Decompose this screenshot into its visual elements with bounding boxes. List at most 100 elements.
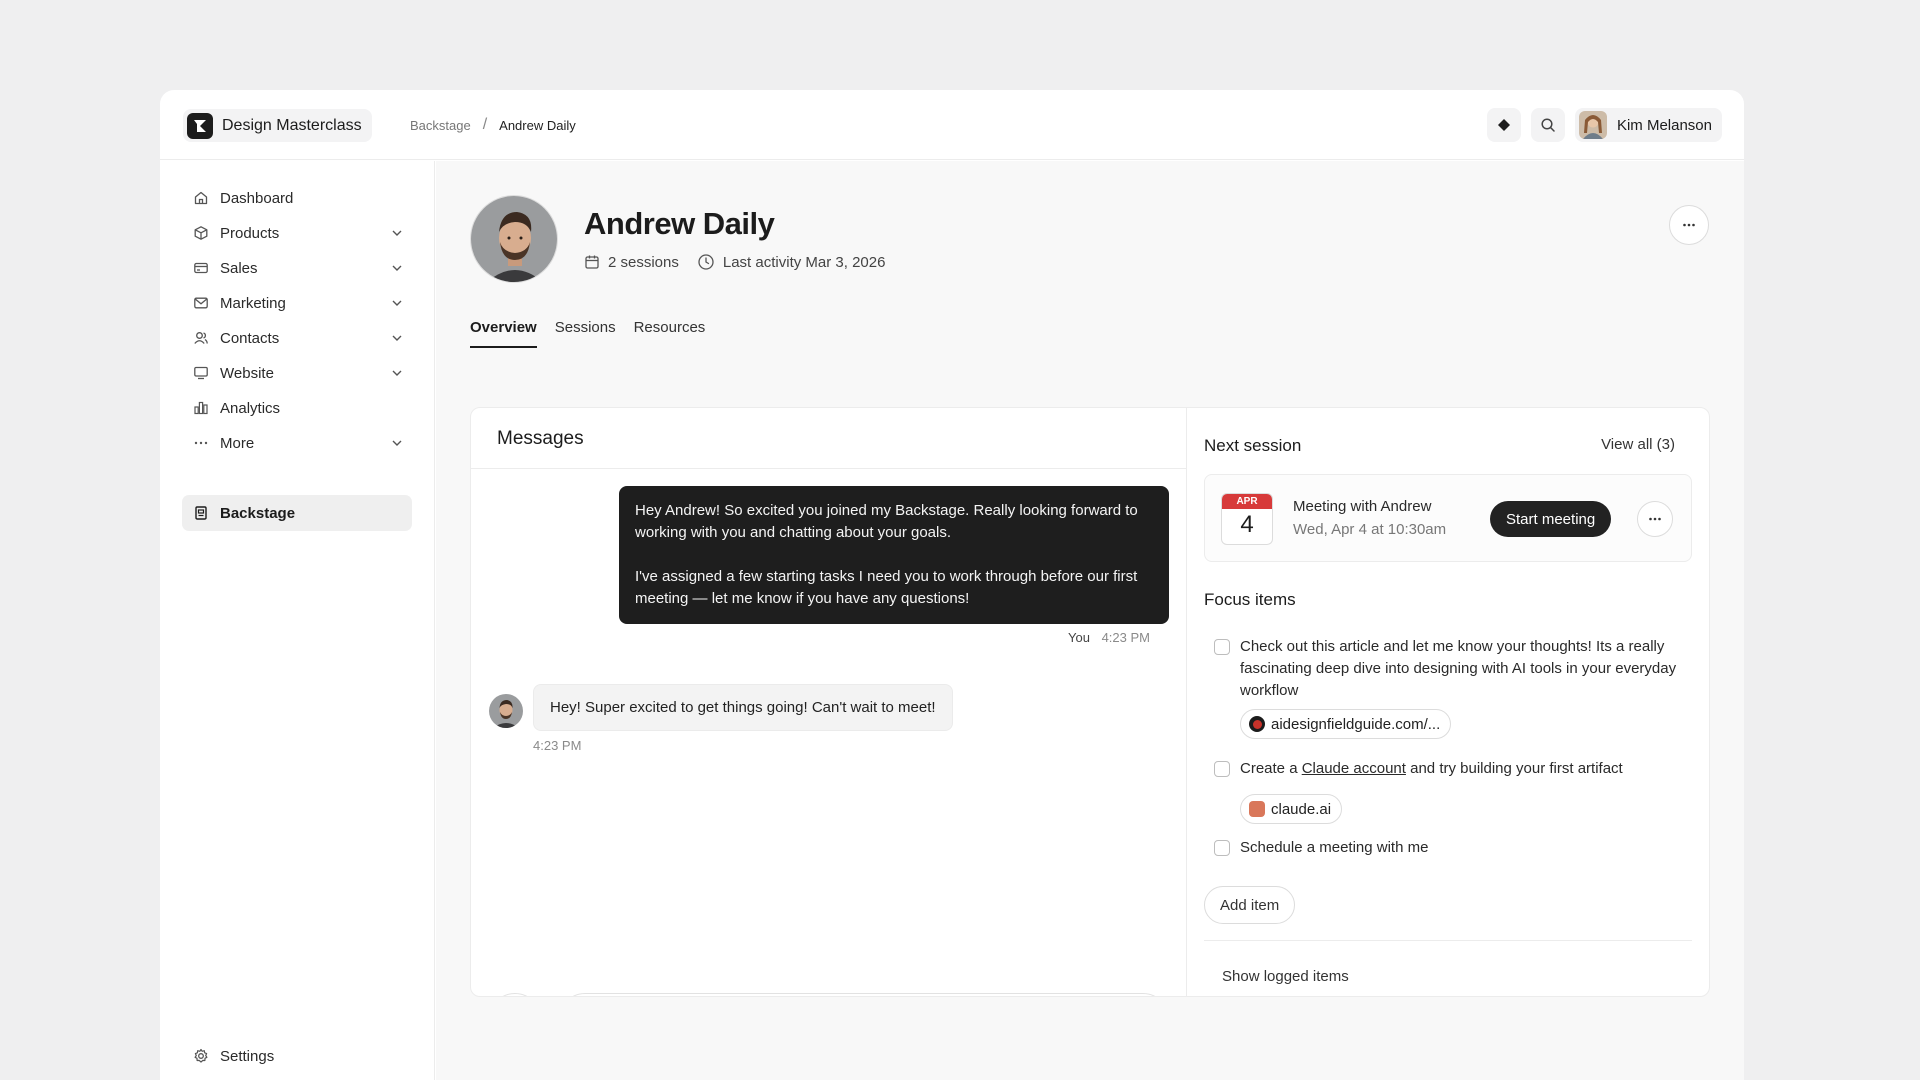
meeting-time: Wed, Apr 4 at 10:30am (1293, 521, 1447, 538)
resource-chip-claude[interactable]: claude.ai (1240, 794, 1343, 824)
calendar-month: APR (1222, 494, 1272, 509)
focus-item: Create a Claude account and try building… (1214, 758, 1695, 780)
message-bubble-incoming: Hey! Super excited to get things going! … (533, 684, 953, 731)
focus-item-text-part: Create a (1240, 760, 1302, 777)
side-pane: Next session View all (3) APR 4 Meeting … (1188, 408, 1709, 996)
profile-avatar (470, 195, 558, 283)
focus-item-checkbox[interactable] (1214, 840, 1230, 856)
chevron-down-icon (392, 440, 402, 446)
next-session-card: APR 4 Meeting with Andrew Wed, Apr 4 at … (1204, 474, 1692, 562)
sidebar-item-analytics[interactable]: Analytics (182, 393, 412, 423)
messages-pane: Messages Hey Andrew! So excited you join… (471, 408, 1187, 996)
last-activity-label: Last activity Mar 3, 2026 (722, 253, 886, 271)
sessions-label: 2 sessions (608, 253, 679, 271)
messages-title: Messages (497, 428, 584, 449)
box-icon (191, 223, 211, 243)
profile-tabs: Overview Sessions Resources (470, 319, 705, 348)
user-menu[interactable]: Kim Melanson (1574, 108, 1722, 142)
sidebar-item-website[interactable]: Website (182, 358, 412, 388)
attach-button[interactable] (489, 993, 541, 996)
backstage-icon (191, 503, 211, 523)
app-window: Design Masterclass Backstage / Andrew Da… (160, 90, 1744, 1080)
card-icon (191, 258, 211, 278)
breadcrumb-backstage[interactable]: Backstage (410, 118, 471, 133)
focus-item-text-part: and try building your first artifact (1405, 760, 1623, 777)
tab-overview[interactable]: Overview (470, 319, 537, 348)
chevron-down-icon (392, 370, 402, 376)
ellipsis-icon (1649, 517, 1661, 521)
calendar-day: 4 (1240, 511, 1254, 538)
sidebar-item-label: More (220, 434, 255, 452)
calendar-icon (585, 255, 599, 269)
view-all-link[interactable]: View all (3) (1601, 436, 1675, 453)
clock-icon (698, 254, 714, 270)
sidebar-item-dashboard[interactable]: Dashboard (182, 183, 412, 213)
ellipsis-icon (1683, 223, 1695, 227)
focus-item-checkbox[interactable] (1214, 639, 1230, 655)
sidebar-item-contacts[interactable]: Contacts (182, 323, 412, 353)
sidebar-item-marketing[interactable]: Marketing (182, 288, 412, 318)
home-icon (191, 188, 211, 208)
profile-more-button[interactable] (1669, 205, 1709, 245)
last-activity: Last activity Mar 3, 2026 (697, 253, 886, 271)
start-meeting-button[interactable]: Start meeting (1490, 501, 1612, 537)
breadcrumb-current: Andrew Daily (499, 117, 576, 133)
search-button[interactable] (1530, 108, 1565, 142)
focus-item-text: Create a Claude account and try building… (1240, 758, 1695, 780)
claude-account-link[interactable]: Claude account (1302, 760, 1406, 777)
diamond-button[interactable] (1486, 108, 1521, 142)
tab-sessions[interactable]: Sessions (555, 319, 616, 348)
sidebar-item-backstage[interactable]: Backstage (182, 495, 412, 531)
message-input[interactable] (559, 993, 1169, 996)
sidebar: Dashboard Products Sales Marketing Conta… (160, 161, 435, 1080)
page-title: Andrew Daily (584, 206, 775, 241)
sidebar-item-more[interactable]: More (182, 428, 412, 458)
overview-panel: Messages Hey Andrew! So excited you join… (470, 407, 1710, 997)
message-bubble-outgoing: Hey Andrew! So excited you joined my Bac… (619, 486, 1169, 624)
sidebar-item-label: Contacts (220, 329, 280, 347)
message-text: I've assigned a few starting tasks I nee… (635, 568, 1138, 607)
focus-item-text: Check out this article and let me know y… (1240, 638, 1677, 699)
sidebar-item-settings[interactable]: Settings (182, 1041, 412, 1071)
tab-resources[interactable]: Resources (634, 319, 706, 348)
users-icon (191, 328, 211, 348)
message-text: Hey Andrew! So excited you joined my Bac… (635, 502, 1138, 541)
focus-item: Schedule a meeting with me (1214, 837, 1695, 859)
sessions-count: 2 sessions (584, 254, 679, 271)
claude-favicon-icon (1249, 801, 1265, 817)
sidebar-item-products[interactable]: Products (182, 218, 412, 248)
focus-item-checkbox[interactable] (1214, 761, 1230, 777)
message-author: You (1068, 630, 1090, 645)
avatar (489, 694, 523, 728)
message-text: Hey! Super excited to get things going! … (550, 699, 936, 716)
brand-name: Design Masterclass (222, 116, 362, 134)
chevron-down-icon (392, 300, 402, 306)
top-actions: Kim Melanson (1486, 108, 1722, 142)
message-time: 4:23 PM (533, 738, 582, 753)
sidebar-item-label: Backstage (220, 504, 296, 522)
user-name: Kim Melanson (1616, 116, 1712, 134)
sidebar-item-label: Sales (220, 259, 258, 277)
resource-chip-aidesign[interactable]: aidesignfieldguide.com/... (1240, 709, 1452, 739)
calendar-date-icon: APR 4 (1221, 493, 1273, 545)
session-more-button[interactable] (1637, 501, 1673, 537)
focus-item-text: Schedule a meeting with me (1240, 839, 1429, 856)
search-icon (1541, 118, 1555, 132)
mail-icon (191, 293, 211, 313)
site-favicon-icon (1249, 716, 1265, 732)
sidebar-item-label: Analytics (220, 399, 281, 417)
top-bar: Design Masterclass Backstage / Andrew Da… (160, 90, 1744, 160)
chevron-down-icon (392, 335, 402, 341)
sidebar-item-sales[interactable]: Sales (182, 253, 412, 283)
next-session-title: Next session (1204, 436, 1302, 455)
brand-logo-icon (187, 112, 213, 139)
show-logged-items-link[interactable]: Show logged items (1222, 968, 1349, 985)
chip-label: aidesignfieldguide.com/... (1271, 715, 1441, 733)
sidebar-item-label: Dashboard (220, 189, 294, 207)
workspace-switcher[interactable]: Design Masterclass (183, 109, 372, 142)
profile-meta: 2 sessions Last activity Mar 3, 2026 (584, 253, 903, 271)
monitor-icon (191, 363, 211, 383)
sidebar-item-label: Settings (220, 1047, 275, 1065)
message-meta-outgoing: You 4:23 PM (1068, 630, 1150, 645)
add-item-button[interactable]: Add item (1204, 886, 1296, 924)
